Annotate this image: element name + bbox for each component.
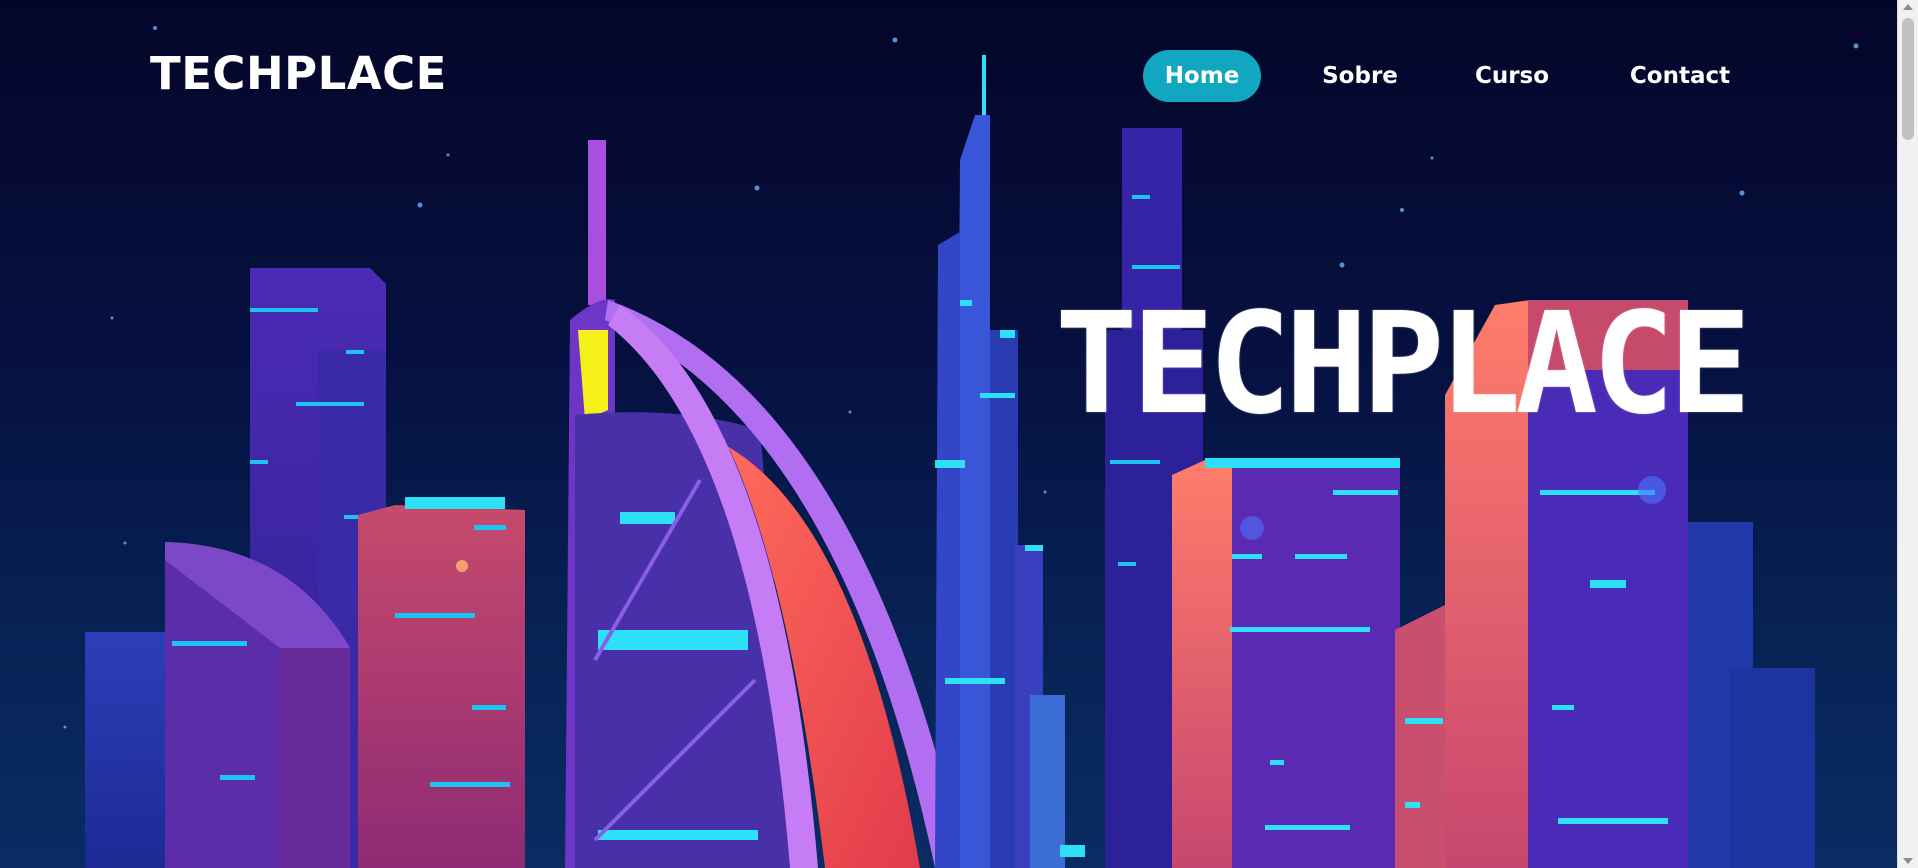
nav-contact[interactable]: Contact xyxy=(1615,50,1745,102)
nav-home[interactable]: Home xyxy=(1143,50,1261,102)
vertical-scrollbar[interactable] xyxy=(1897,0,1918,868)
scrollbar-thumb[interactable] xyxy=(1902,18,1914,140)
nav-curso[interactable]: Curso xyxy=(1463,50,1561,102)
scroll-down-arrow-icon[interactable] xyxy=(1903,858,1913,864)
top-navigation-bar: TECHPLACE Home Sobre Curso Contact xyxy=(0,0,1897,150)
scroll-up-arrow-icon[interactable] xyxy=(1903,4,1913,10)
nav-sobre[interactable]: Sobre xyxy=(1310,50,1410,102)
brand-logo[interactable]: TECHPLACE xyxy=(150,46,447,102)
hero-headline: TECHPLACE xyxy=(1055,283,1751,446)
